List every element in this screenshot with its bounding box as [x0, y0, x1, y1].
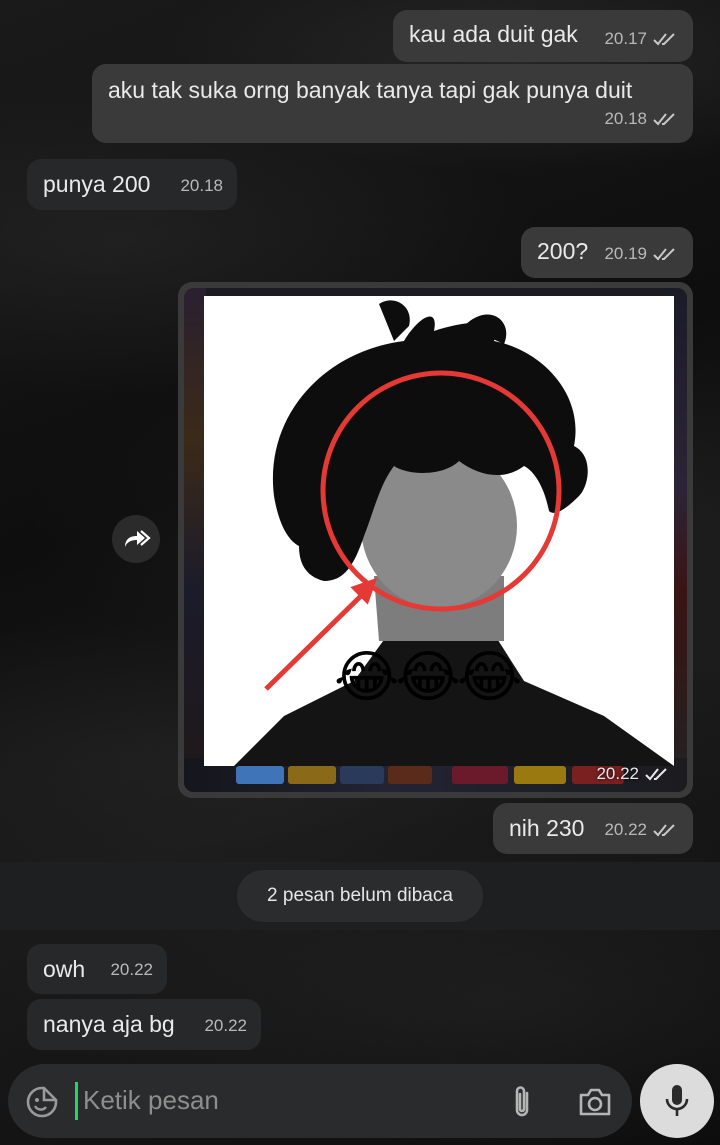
message-meta: 20.17: [604, 25, 679, 53]
sticker-button[interactable]: [22, 1082, 62, 1122]
double-check-icon: [653, 33, 675, 46]
message-time: 20.18: [180, 176, 223, 195]
message-meta: 20.18: [604, 105, 679, 133]
message-meta: 20.22: [596, 764, 671, 784]
message-meta: 20.22: [604, 816, 679, 844]
message-input[interactable]: Ketik pesan: [83, 1085, 219, 1116]
laughing-emoji-overlay: 😂😂😂: [334, 645, 522, 710]
forward-button[interactable]: [112, 515, 160, 563]
double-check-icon: [653, 824, 675, 837]
message-text: nih 230: [509, 815, 585, 841]
message-bubble-incoming[interactable]: owh 20.22: [27, 944, 167, 994]
message-meta: 20.22: [110, 956, 153, 984]
image-content: 😂😂😂 20.22: [184, 288, 687, 792]
message-time: 20.17: [604, 29, 647, 48]
double-check-icon: [653, 248, 675, 261]
message-time: 20.18: [604, 109, 647, 128]
message-meta: 20.18: [180, 172, 223, 200]
message-text: punya 200: [43, 171, 151, 197]
image-message[interactable]: 😂😂😂 20.22: [178, 282, 693, 798]
message-time: 20.22: [204, 1016, 247, 1035]
forward-icon: [125, 530, 151, 547]
mic-icon: [665, 1085, 689, 1116]
message-bubble-outgoing[interactable]: kau ada duit gak 20.17: [393, 10, 693, 62]
message-time: 20.22: [110, 960, 153, 979]
message-meta: 20.19: [604, 240, 679, 268]
message-text: nanya aja bg: [43, 1011, 175, 1037]
sticker-icon: [26, 1086, 58, 1118]
message-bubble-outgoing[interactable]: nih 230 20.22: [493, 803, 693, 854]
message-meta: 20.22: [204, 1012, 247, 1040]
message-text: owh: [43, 956, 86, 982]
message-bubble-outgoing[interactable]: 200? 20.19: [521, 227, 693, 278]
attach-button[interactable]: [502, 1082, 542, 1122]
double-check-icon: [645, 768, 667, 781]
meme-photo: 😂😂😂: [204, 296, 674, 766]
message-text: kau ada duit gak: [409, 21, 578, 47]
attach-icon: [515, 1086, 529, 1117]
message-time: 20.22: [596, 764, 639, 783]
double-check-icon: [653, 113, 675, 126]
message-bubble-outgoing[interactable]: aku tak suka orng banyak tanya tapi gak …: [92, 64, 693, 143]
message-text: aku tak suka orng banyak tanya tapi gak …: [108, 77, 633, 103]
camera-icon: [579, 1088, 611, 1116]
message-time: 20.19: [604, 244, 647, 263]
message-bubble-incoming[interactable]: nanya aja bg 20.22: [27, 999, 261, 1050]
message-text: 200?: [537, 238, 589, 264]
voice-message-button[interactable]: [640, 1064, 714, 1138]
game-screenshot-left-strip: [184, 288, 206, 792]
message-bubble-incoming[interactable]: punya 200 20.18: [27, 159, 237, 210]
message-composer[interactable]: Ketik pesan: [8, 1064, 632, 1138]
unread-messages-badge: 2 pesan belum dibaca: [237, 870, 483, 922]
text-cursor: [75, 1082, 78, 1120]
camera-button[interactable]: [573, 1082, 617, 1122]
message-time: 20.22: [604, 820, 647, 839]
